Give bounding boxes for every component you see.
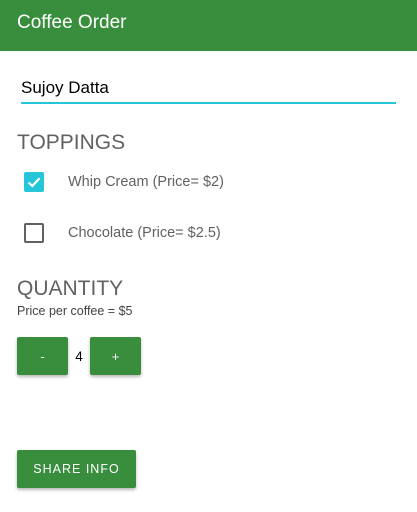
quantity-heading: QUANTITY [17,277,124,300]
whip-cream-option[interactable]: Whip Cream (Price= $2) [24,172,224,192]
decrement-button[interactable]: - [17,337,68,375]
chocolate-label: Chocolate (Price= $2.5) [68,225,221,241]
price-per-coffee-note: Price per coffee = $5 [17,304,133,318]
name-input[interactable] [21,74,396,104]
chocolate-option[interactable]: Chocolate (Price= $2.5) [24,223,221,243]
whip-cream-checkbox[interactable] [24,172,44,192]
app-bar: Coffee Order [0,0,417,51]
share-info-button[interactable]: SHARE INFO [17,450,136,488]
increment-button[interactable]: + [90,337,141,375]
chocolate-checkbox[interactable] [24,223,44,243]
check-icon [27,177,41,188]
quantity-value: 4 [75,348,83,364]
toppings-heading: TOPPINGS [17,131,126,154]
whip-cream-label: Whip Cream (Price= $2) [68,174,224,190]
app-title: Coffee Order [17,11,127,33]
